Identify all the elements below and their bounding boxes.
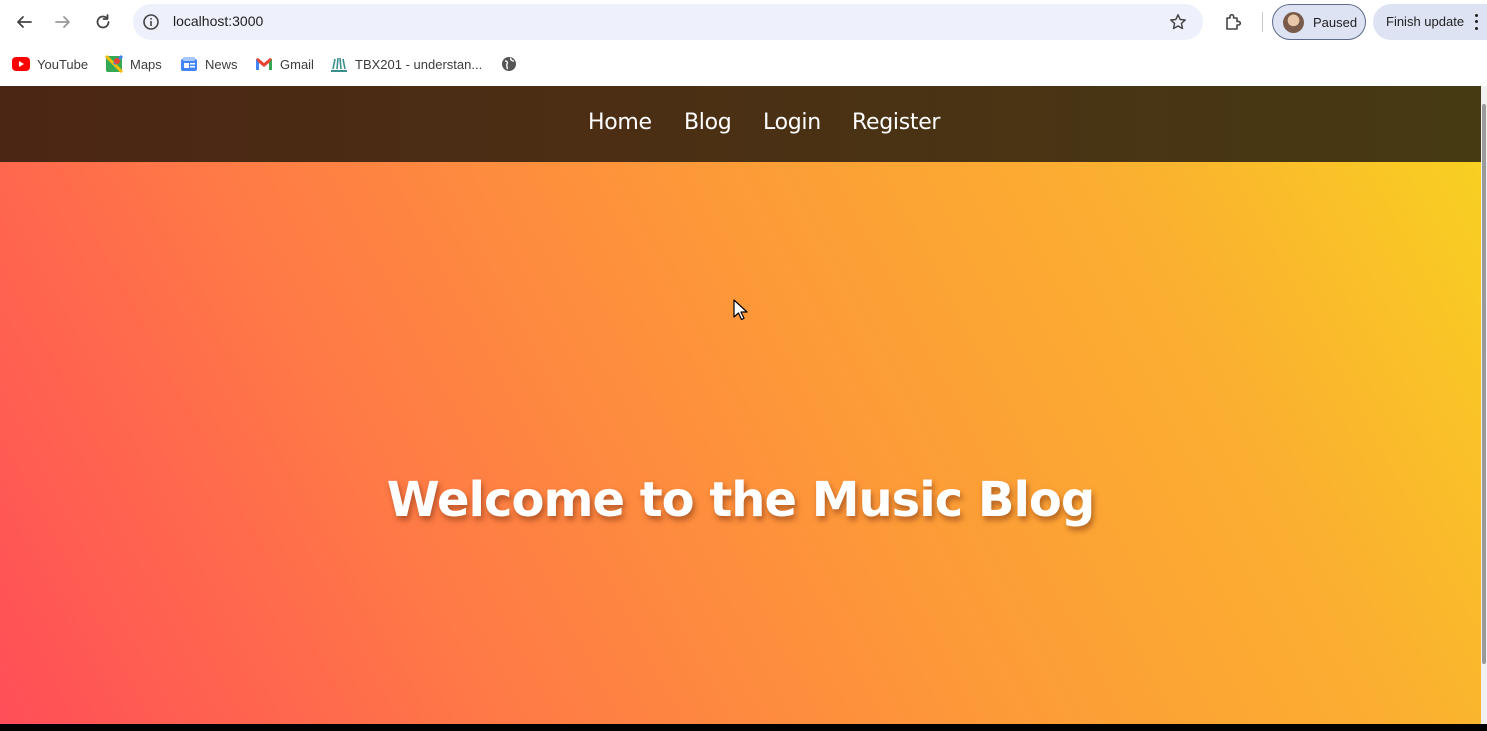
bookmark-label: Gmail [280, 56, 314, 72]
address-bar[interactable]: localhost:3000 [133, 4, 1203, 40]
bookmarks-bar: YouTube Maps News Gmail TBX201 - underst… [0, 44, 1487, 86]
mouse-cursor-icon [733, 299, 749, 321]
globe-icon [500, 55, 518, 73]
bookmark-label: Maps [130, 56, 162, 72]
nav-link-register[interactable]: Register [852, 110, 940, 135]
tbx-icon [330, 55, 348, 73]
url-text[interactable]: localhost:3000 [173, 13, 263, 29]
reload-icon[interactable] [89, 8, 117, 36]
bookmark-news[interactable]: News [180, 54, 238, 74]
star-icon[interactable] [1167, 11, 1189, 33]
scrollbar-thumb[interactable] [1482, 104, 1486, 664]
info-icon[interactable] [141, 12, 161, 32]
bookmark-label: YouTube [37, 56, 89, 72]
browser-toolbar: localhost:3000 Paused Finish update [0, 0, 1487, 44]
profile-button[interactable]: Paused [1272, 4, 1366, 40]
maps-icon [105, 55, 123, 73]
bookmark-tbx201[interactable]: TBX201 - understan... [330, 54, 482, 74]
page-scrollbar[interactable] [1481, 86, 1487, 724]
bookmark-youtube[interactable]: YouTube [12, 54, 88, 74]
bookmark-maps[interactable]: Maps [105, 54, 162, 74]
toolbar-divider [1262, 12, 1263, 32]
back-arrow-icon[interactable] [10, 8, 38, 36]
taskbar-edge [0, 724, 1487, 731]
avatar [1283, 12, 1304, 33]
forward-arrow-icon[interactable] [49, 8, 77, 36]
site-navbar: Home Blog Login Register [0, 86, 1481, 162]
nav-link-home[interactable]: Home [588, 110, 652, 135]
nav-link-login[interactable]: Login [763, 110, 821, 135]
finish-update-label: Finish update [1386, 14, 1465, 29]
kebab-menu-icon[interactable] [1473, 12, 1479, 32]
gmail-icon [255, 55, 273, 73]
bookmark-globe[interactable] [500, 54, 525, 74]
browser-window: localhost:3000 Paused Finish update YouT… [0, 0, 1487, 731]
bookmark-label: TBX201 - understan... [355, 56, 483, 72]
news-icon [180, 55, 198, 73]
nav-link-blog[interactable]: Blog [684, 110, 732, 135]
web-page: Home Blog Login Register Welcome to the … [0, 86, 1481, 724]
hero-title: Welcome to the Music Blog [386, 472, 1095, 528]
puzzle-icon[interactable] [1221, 10, 1245, 34]
bookmark-label: News [205, 56, 238, 72]
bookmark-gmail[interactable]: Gmail [255, 54, 314, 74]
youtube-icon [12, 55, 30, 73]
finish-update-button[interactable]: Finish update [1373, 4, 1487, 40]
profile-status-label: Paused [1313, 15, 1358, 30]
